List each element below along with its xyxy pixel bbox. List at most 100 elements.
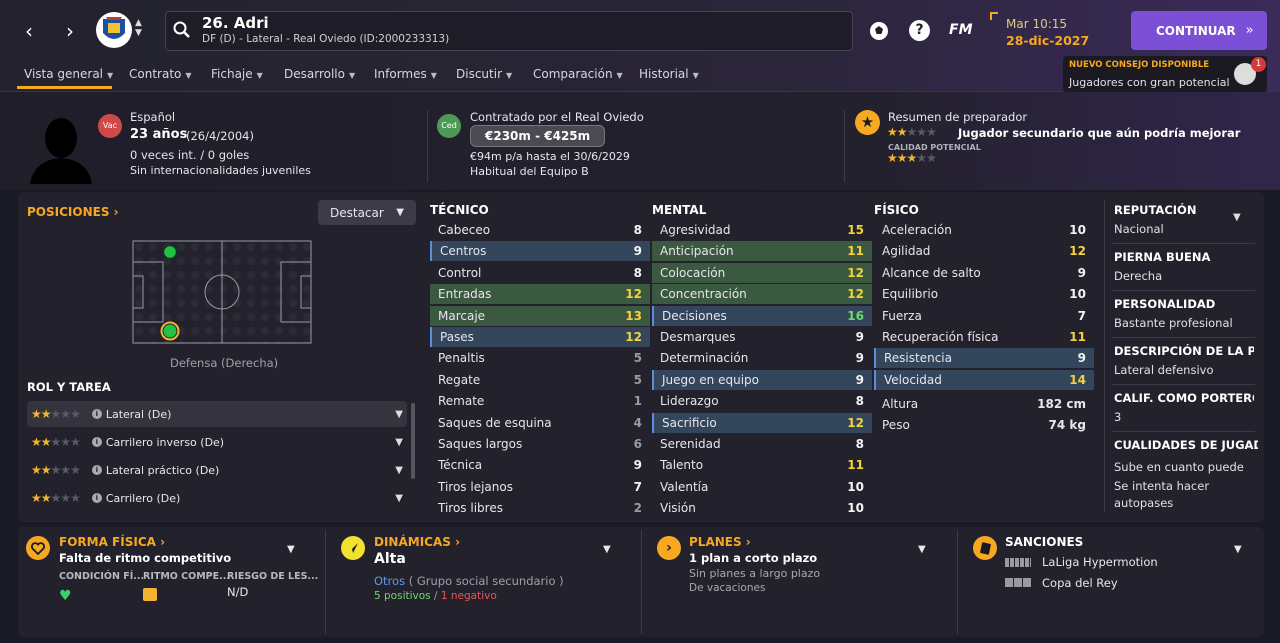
contract-title[interactable]: Contratado por el Real Oviedo [470,110,644,124]
attribute-row[interactable]: Equilibrio 10 [874,284,1094,304]
info-icon[interactable]: i [91,493,102,503]
attribute-row[interactable]: Serenidad 8 [652,434,872,454]
dynamics-value: Alta [374,551,406,567]
attribute-name: Técnica [438,458,483,473]
attribute-row[interactable]: Control 8 [430,263,650,283]
attribute-row[interactable]: Saques largos 6 [430,434,650,454]
tab-discutir[interactable]: Discutir ▼ [456,67,512,81]
reputation-chevron-down-icon[interactable]: ▼ [1233,212,1241,223]
attribute-row[interactable]: Técnica 9 [430,455,650,475]
attribute-row[interactable]: Tiros libres 2 [430,498,650,518]
fm-menu-icon[interactable]: FM [949,22,973,38]
info-icon[interactable]: i [91,437,102,447]
attribute-row[interactable]: Anticipación 11 [652,241,872,262]
role-row[interactable]: ★★★★★ i Carrilero (De) ▼ [27,485,407,511]
search-icon[interactable] [172,20,192,43]
highlight-dropdown[interactable]: Destacar ▼ [318,200,416,225]
attribute-name: Liderazgo [660,394,719,409]
attribute-row[interactable]: Recuperación física 11 [874,327,1094,347]
sanctions-chevron-down-icon[interactable]: ▼ [1234,544,1242,555]
attribute-name: Fuerza [882,308,922,323]
info-icon[interactable]: i [91,465,102,475]
role-row[interactable]: ★★★★★ i Lateral práctico (De) ▼ [27,457,407,483]
role-chevron-down-icon[interactable]: ▼ [395,465,403,476]
role-chevron-down-icon[interactable]: ▼ [395,437,403,448]
positions-title[interactable]: POSICIONES › [27,205,119,219]
plans-chevron-down-icon[interactable]: ▼ [918,544,926,555]
info-title: DESCRIPCIÓN DE LA P... [1114,344,1254,358]
attribute-value: 12 [625,287,642,302]
attribute-row[interactable]: Fuerza 7 [874,306,1094,326]
attribute-row[interactable]: Remate 1 [430,391,650,411]
attribute-row[interactable]: Desmarques 9 [652,327,872,347]
tab-fichaje[interactable]: Fichaje ▼ [211,67,263,81]
fitness-col-injury-risk: RIESGO DE LES... [227,571,319,582]
attribute-row[interactable]: Velocidad 14 [874,369,1094,390]
attribute-row[interactable]: Aceleración 10 [874,220,1094,240]
attribute-row[interactable]: Liderazgo 8 [652,391,872,411]
attribute-row[interactable]: Pases 12 [430,327,650,347]
attribute-row[interactable]: Marcaje 13 [430,305,650,326]
attribute-row[interactable]: Valentía 10 [652,477,872,497]
negative-relationships[interactable]: 1 negativo [441,590,497,602]
attribute-row[interactable]: Colocación 12 [652,262,872,283]
dynamics-title[interactable]: DINÁMICAS › [374,535,460,549]
social-group-desc: ( Grupo social secundario ) [408,574,564,588]
tab-vista-general[interactable]: Vista general ▼ [24,67,113,81]
role-row[interactable]: ★★★★★ i Carrilero inverso (De) ▼ [27,429,407,455]
coach-report-title[interactable]: Resumen de preparador [888,110,1027,124]
info-icon[interactable]: i [91,409,102,419]
attribute-row[interactable]: Cabeceo 8 [430,220,650,240]
attribute-row[interactable]: Juego en equipo 9 [652,369,872,390]
attribute-row[interactable]: Talento 11 [652,455,872,475]
weight-row: Peso 74 kg [874,415,1094,435]
attribute-row[interactable]: Centros 9 [430,241,650,262]
tab-comparacion[interactable]: Comparación ▼ [533,67,623,81]
roles-scrollbar[interactable] [411,403,415,479]
attribute-value: 12 [847,265,864,280]
nationality[interactable]: Español [130,110,175,124]
plans-title[interactable]: PLANES › [689,535,751,549]
social-group-link[interactable]: Otros [374,574,405,588]
football-icon[interactable] [868,20,890,45]
league-sanction-bar-icon [1005,558,1031,567]
social-group-line: Otros ( Grupo social secundario ) [374,574,564,588]
back-arrow-icon[interactable]: ‹ [14,16,44,46]
attribute-row[interactable]: Entradas 12 [430,284,650,305]
fitness-chevron-down-icon[interactable]: ▼ [287,544,295,555]
attribute-row[interactable]: Agresividad 15 [652,220,872,240]
attribute-row[interactable]: Visión 10 [652,498,872,518]
attribute-row[interactable]: Saques de esquina 4 [430,413,650,433]
continue-button[interactable]: CONTINUAR » [1131,11,1267,50]
chevron-down-icon: ▼ [396,207,404,218]
role-row[interactable]: ★★★★★ i Lateral (De) ▼ [27,401,407,427]
attribute-row[interactable]: Tiros lejanos 7 [430,477,650,497]
pitch-caption: Defensa (Derecha) [170,356,279,370]
tab-informes[interactable]: Informes ▼ [374,67,437,81]
role-chevron-down-icon[interactable]: ▼ [395,493,403,504]
fitness-title[interactable]: FORMA FÍSICA › [59,535,165,549]
attribute-row[interactable]: Resistencia 9 [874,348,1094,369]
attribute-row[interactable]: Determinación 9 [652,348,872,368]
tab-contrato[interactable]: Contrato ▼ [129,67,192,81]
tab-historial[interactable]: Historial ▼ [639,67,699,81]
positive-relationships[interactable]: 5 positivos [374,590,431,602]
value-range-pill[interactable]: €230m - €425m [470,125,606,147]
attribute-row[interactable]: Alcance de salto 9 [874,263,1094,283]
bottom-divider-2 [641,530,642,634]
club-crest-icon[interactable] [96,12,132,48]
attribute-row[interactable]: Penaltis 5 [430,348,650,368]
pitch-diagram[interactable] [132,240,312,347]
help-icon[interactable]: ? [909,20,930,41]
dynamics-chevron-down-icon[interactable]: ▼ [603,544,611,555]
attribute-row[interactable]: Agilidad 12 [874,241,1094,261]
role-chevron-down-icon[interactable]: ▼ [395,409,403,420]
attribute-row[interactable]: Decisiones 16 [652,305,872,326]
forward-arrow-icon[interactable]: › [55,16,85,46]
tab-desarrollo[interactable]: Desarrollo ▼ [284,67,355,81]
nationality-flag-icon: Vac [98,114,122,138]
attribute-row[interactable]: Concentración 12 [652,284,872,305]
club-switch-icon[interactable]: ▲ ▼ [135,18,142,38]
attribute-row[interactable]: Regate 5 [430,370,650,390]
attribute-row[interactable]: Sacrificio 12 [652,412,872,433]
